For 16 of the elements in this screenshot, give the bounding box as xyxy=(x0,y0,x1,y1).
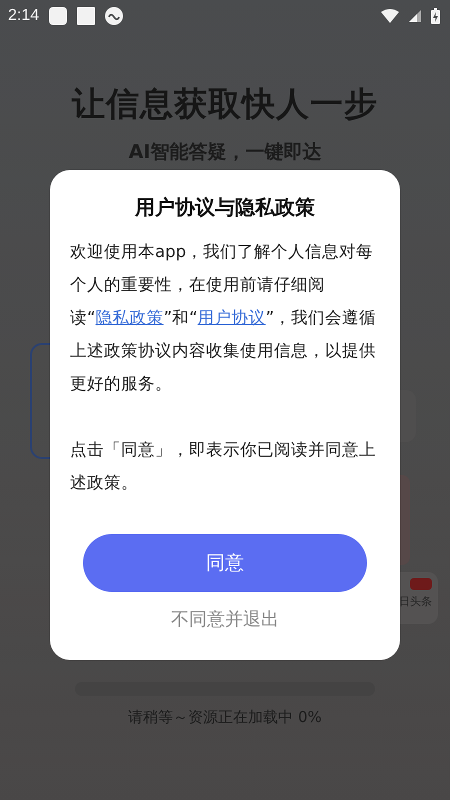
hero-title: 让信息获取快人一步 xyxy=(72,83,378,125)
dialog-paragraph: 点击「同意」，即表示你已阅读并同意上述政策。 xyxy=(70,439,377,494)
dialog-paragraph: 欢迎使用本app，我们了解个人信息对每个人的重要性，在使用前请仔细阅读“隐私政策”和“用户协议”，我们会遵循上述政策协议内容收集使用信息，以提供更好的服务。 xyxy=(70,241,378,395)
wifi-icon xyxy=(381,9,399,23)
notification-icon xyxy=(77,7,96,25)
status-time: 2:14 xyxy=(8,7,40,25)
agree-button[interactable]: 同意 xyxy=(83,534,367,592)
policy-link[interactable]: 隐私政策 xyxy=(96,308,164,327)
badge xyxy=(410,578,432,590)
notification-icon xyxy=(49,7,68,25)
policy-link[interactable]: 用户协议 xyxy=(198,308,266,327)
battery-icon xyxy=(431,8,440,24)
signal-icon xyxy=(409,10,421,22)
notification-icon xyxy=(105,7,124,25)
decline-link[interactable]: 不同意并退出 xyxy=(165,606,285,632)
dialog-title: 用户协议与隐私政策 xyxy=(135,194,315,221)
